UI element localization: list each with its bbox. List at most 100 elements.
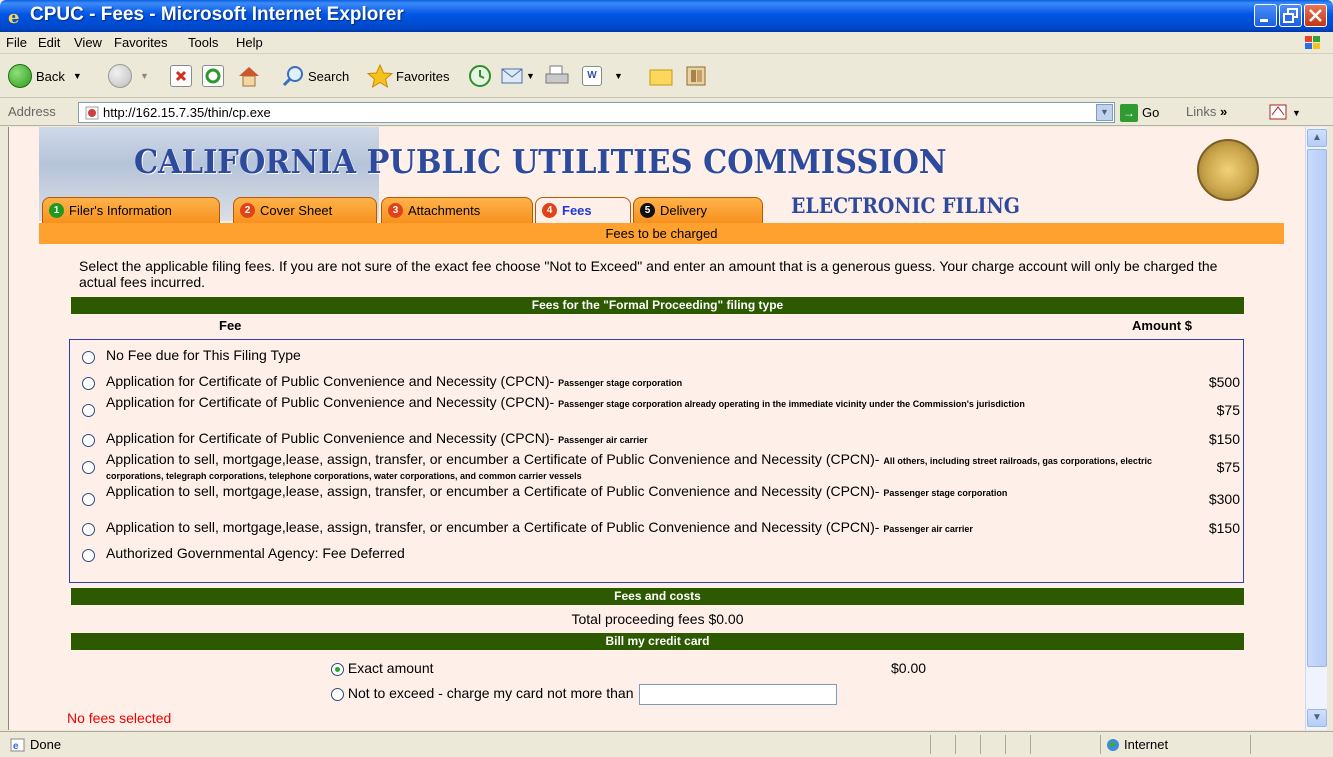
star-icon xyxy=(366,63,394,89)
tab-cover-sheet[interactable]: 2 Cover Sheet xyxy=(233,197,377,223)
fee-amount: $150 xyxy=(1208,431,1240,447)
page-icon xyxy=(85,106,99,120)
fee-options-list: No Fee due for This Filing Type Applicat… xyxy=(69,339,1244,583)
fee-option[interactable]: Application to sell, mortgage,lease, ass… xyxy=(82,520,1242,536)
menu-edit[interactable]: Edit xyxy=(38,35,60,50)
stop-icon xyxy=(170,65,192,87)
fee-label: Application to sell, mortgage,lease, ass… xyxy=(106,483,880,499)
scroll-down-button[interactable]: ▼ xyxy=(1307,709,1327,727)
svg-text:e: e xyxy=(8,7,19,26)
favorites-label: Favorites xyxy=(396,68,450,84)
page-content: CALIFORNIA PUBLIC UTILITIES COMMISSION E… xyxy=(8,127,1305,730)
fees-costs-header: Fees and costs xyxy=(71,588,1244,605)
vertical-scrollbar[interactable]: ▲ ▼ xyxy=(1305,127,1327,730)
forward-button[interactable]: ▼ xyxy=(108,62,149,90)
address-bar: Address http://162.15.7.35/thin/cp.exe ▼… xyxy=(0,98,1333,126)
edit-button[interactable]: W ▼ xyxy=(582,62,623,90)
address-input[interactable]: http://162.15.7.35/thin/cp.exe ▼ xyxy=(78,102,1115,123)
security-zone: Internet xyxy=(1124,737,1169,752)
menu-tools[interactable]: Tools xyxy=(188,35,218,50)
research-icon xyxy=(686,66,706,86)
fee-radio[interactable] xyxy=(82,548,95,562)
not-to-exceed-option[interactable]: Not to exceed - charge my card not more … xyxy=(331,684,838,705)
tab-label: Fees xyxy=(562,203,592,218)
restore-button[interactable] xyxy=(1279,4,1302,27)
search-icon xyxy=(282,66,303,87)
minimize-button[interactable] xyxy=(1254,4,1277,27)
search-label: Search xyxy=(308,68,350,84)
favorites-button[interactable]: Favorites xyxy=(366,62,449,90)
fee-amount: $300 xyxy=(1208,491,1240,507)
scroll-up-button[interactable]: ▲ xyxy=(1307,129,1327,147)
page-done-icon: e xyxy=(10,738,25,752)
mail-button[interactable]: ▼ xyxy=(500,62,535,90)
exact-amount-option[interactable]: Exact amount xyxy=(331,660,434,676)
search-button[interactable]: Search xyxy=(282,62,349,90)
not-to-exceed-radio[interactable] xyxy=(331,688,344,701)
tab-filers-information[interactable]: 1 Filer's Information xyxy=(42,197,220,223)
fee-option[interactable]: Application for Certificate of Public Co… xyxy=(82,374,1242,390)
fee-option[interactable]: Authorized Governmental Agency: Fee Defe… xyxy=(82,546,1242,562)
fee-option[interactable]: Application for Certificate of Public Co… xyxy=(82,431,1242,447)
menu-view[interactable]: View xyxy=(74,35,102,50)
tab-attachments[interactable]: 3 Attachments xyxy=(381,197,533,223)
links-toolbar[interactable]: Links » xyxy=(1186,104,1227,119)
address-dropdown[interactable]: ▼ xyxy=(1096,104,1113,121)
fee-radio[interactable] xyxy=(82,522,95,536)
fee-radio[interactable] xyxy=(82,460,95,474)
tab-number-5: 5 xyxy=(640,203,655,218)
toolbar: Back ▼ ▼ Search Favorites ▼ W ▼ xyxy=(0,54,1333,98)
go-arrow-icon: → xyxy=(1120,103,1138,122)
tab-label: Filer's Information xyxy=(69,203,172,218)
exact-amount-radio[interactable] xyxy=(331,662,344,676)
scroll-thumb[interactable] xyxy=(1307,149,1327,667)
menu-file[interactable]: File xyxy=(6,35,27,50)
fee-option[interactable]: Application to sell, mortgage,lease, ass… xyxy=(82,483,1242,507)
fee-radio[interactable] xyxy=(82,403,95,417)
minimize-icon xyxy=(1260,19,1268,22)
history-button[interactable] xyxy=(468,62,492,90)
fee-radio[interactable] xyxy=(82,350,95,364)
fee-radio[interactable] xyxy=(82,433,95,447)
status-separator xyxy=(1005,735,1006,754)
close-icon xyxy=(1309,9,1322,22)
status-separator xyxy=(955,735,956,754)
print-button[interactable] xyxy=(544,62,570,90)
amount-column-header: Amount $ xyxy=(1132,318,1192,333)
go-button[interactable]: → Go xyxy=(1120,102,1180,123)
back-button[interactable]: Back ▼ xyxy=(8,62,82,90)
toolbar-extra-icon[interactable]: ▼ xyxy=(1268,103,1308,121)
fee-radio[interactable] xyxy=(82,376,95,390)
tab-fees[interactable]: 4 Fees xyxy=(535,197,631,223)
tab-number-1: 1 xyxy=(49,203,64,218)
word-icon: W xyxy=(582,66,602,86)
close-button[interactable] xyxy=(1304,4,1327,27)
fee-detail: Passenger stage corporation already oper… xyxy=(558,399,1025,409)
fee-column-header: Fee xyxy=(219,318,242,333)
svg-text:e: e xyxy=(13,741,19,752)
fee-label: Application to sell, mortgage,lease, ass… xyxy=(106,451,880,467)
not-to-exceed-amount-input[interactable] xyxy=(639,684,838,705)
fee-detail: Passenger air carrier xyxy=(558,435,648,445)
folder-button[interactable] xyxy=(648,62,674,90)
refresh-button[interactable] xyxy=(202,62,224,90)
menu-help[interactable]: Help xyxy=(236,35,263,50)
status-bar: e Done Internet xyxy=(0,731,1333,757)
fee-option[interactable]: No Fee due for This Filing Type xyxy=(82,348,1242,364)
chevron-down-icon: ▼ xyxy=(1312,712,1322,723)
ie-icon: e xyxy=(8,7,19,26)
tab-label: Delivery xyxy=(660,203,707,218)
go-label: Go xyxy=(1142,105,1160,120)
fee-radio[interactable] xyxy=(82,492,95,506)
error-message: No fees selected xyxy=(67,710,172,726)
tab-delivery[interactable]: 5 Delivery xyxy=(633,197,763,223)
menu-favorites[interactable]: Favorites xyxy=(114,35,167,50)
fee-detail: Passenger stage corporation xyxy=(558,378,683,388)
fee-option[interactable]: Application for Certificate of Public Co… xyxy=(82,395,1242,418)
stop-button[interactable] xyxy=(170,62,192,90)
research-button[interactable] xyxy=(684,62,708,90)
fee-option[interactable]: Application to sell, mortgage,lease, ass… xyxy=(82,451,1242,481)
home-button[interactable] xyxy=(236,62,262,90)
fee-amount: $150 xyxy=(1208,520,1240,536)
tab-number-4: 4 xyxy=(542,203,557,218)
